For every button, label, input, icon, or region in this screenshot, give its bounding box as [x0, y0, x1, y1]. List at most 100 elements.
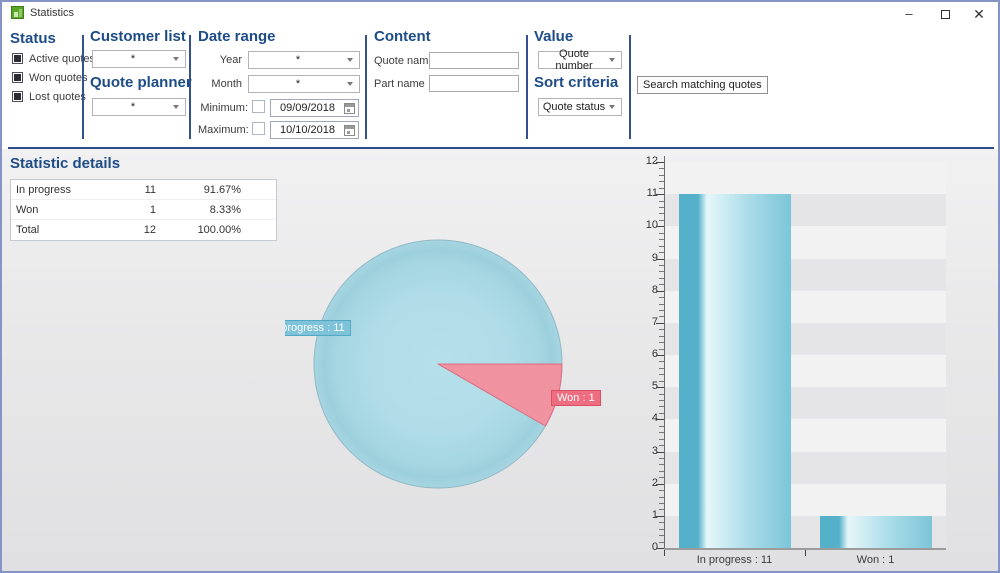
ylabel: 1 — [632, 509, 658, 521]
ylabel: 0 — [632, 541, 658, 553]
ylabel: 5 — [632, 380, 658, 392]
customer-list-combobox[interactable]: * — [92, 50, 186, 68]
year-label: Year — [198, 54, 242, 66]
row-count: 1 — [116, 204, 156, 216]
separator — [629, 35, 631, 139]
xtick — [664, 550, 665, 556]
date-range-heading: Date range — [198, 28, 276, 45]
statistic-details-heading: Statistic details — [10, 155, 120, 172]
maximum-checkbox[interactable] — [252, 122, 265, 135]
separator — [82, 35, 84, 139]
lost-quotes-checkbox[interactable] — [12, 91, 23, 102]
maximum-date-field[interactable]: 10/10/2018 — [270, 121, 359, 139]
title-bar: Statistics – ✕ — [2, 2, 998, 24]
quote-planner-combobox[interactable]: * — [92, 98, 186, 116]
part-name-label: Part name — [374, 78, 425, 90]
maximize-button[interactable] — [928, 2, 962, 26]
row-count: 11 — [116, 184, 156, 196]
row-label: Total — [11, 224, 116, 236]
status-heading: Status — [10, 30, 56, 47]
table-row: In progress 11 91.67% — [11, 180, 276, 200]
won-quotes-label: Won quotes — [29, 72, 88, 84]
close-button[interactable]: ✕ — [962, 2, 996, 26]
quote-name-input[interactable] — [429, 52, 519, 69]
ylabel: 11 — [632, 187, 658, 199]
table-row: Total 12 100.00% — [11, 220, 276, 240]
active-quotes-label: Active quotes — [29, 53, 95, 65]
active-quotes-checkbox[interactable] — [12, 53, 23, 64]
chevron-down-icon — [609, 105, 615, 109]
customer-list-value: * — [93, 53, 173, 65]
chevron-down-icon — [347, 58, 353, 62]
app-window: Statistics – ✕ Status Active quotes Won … — [0, 0, 1000, 573]
row-count: 12 — [116, 224, 156, 236]
bar — [679, 194, 791, 548]
row-percent: 100.00% — [156, 224, 241, 236]
won-quotes-checkbox[interactable] — [12, 72, 23, 83]
quote-planner-heading: Quote planner — [90, 74, 192, 91]
month-combobox[interactable]: * — [248, 75, 360, 93]
maximize-icon — [941, 10, 950, 19]
bar-category-label: Won : 1 — [805, 554, 946, 566]
filter-toolbar: Status Active quotes Won quotes Lost quo… — [2, 24, 998, 147]
xtick — [805, 550, 806, 556]
chevron-down-icon — [173, 105, 179, 109]
row-label: In progress — [11, 184, 116, 196]
separator — [526, 35, 528, 139]
part-name-input[interactable] — [429, 75, 519, 92]
search-matching-quotes-button[interactable]: Search matching quotes — [637, 76, 768, 94]
pie-label-won: Won : 1 — [551, 390, 601, 406]
value-selected: Quote number — [539, 48, 609, 72]
chevron-down-icon — [347, 82, 353, 86]
quote-name-label: Quote name — [374, 55, 435, 67]
minimum-checkbox[interactable] — [252, 100, 265, 113]
ylabel: 12 — [632, 155, 658, 167]
customer-list-heading: Customer list — [90, 28, 186, 45]
app-icon — [11, 6, 24, 19]
table-row: Won 1 8.33% — [11, 200, 276, 220]
maximum-date-value: 10/10/2018 — [271, 124, 344, 136]
minimum-date-value: 09/09/2018 — [271, 102, 344, 114]
chevron-down-icon — [609, 58, 615, 62]
minimize-button[interactable]: – — [892, 2, 926, 26]
chevron-down-icon — [173, 57, 179, 61]
pie-label-in-progress: In progress : 11 — [285, 320, 351, 336]
row-label: Won — [11, 204, 116, 216]
ylabel: 8 — [632, 284, 658, 296]
pie-chart: In progress : 11 Won : 1 — [285, 227, 625, 507]
lost-quotes-label: Lost quotes — [29, 91, 86, 103]
ylabel: 4 — [632, 412, 658, 424]
ylabel: 2 — [632, 477, 658, 489]
minimum-date-field[interactable]: 09/09/2018 — [270, 99, 359, 117]
statistics-panel: Statistic details In progress 11 91.67% … — [2, 149, 998, 571]
row-percent: 91.67% — [156, 184, 241, 196]
sort-criteria-combobox[interactable]: Quote status — [538, 98, 622, 116]
row-percent: 8.33% — [156, 204, 241, 216]
bar-category-label: In progress : 11 — [664, 554, 805, 566]
ylabel: 7 — [632, 316, 658, 328]
window-title: Statistics — [30, 7, 74, 19]
separator — [365, 35, 367, 139]
bar — [820, 516, 932, 548]
value-combobox[interactable]: Quote number — [538, 51, 622, 69]
content-heading: Content — [374, 28, 431, 45]
month-label: Month — [198, 78, 242, 90]
ylabel: 10 — [632, 219, 658, 231]
sort-criteria-selected: Quote status — [539, 101, 609, 113]
ylabel: 3 — [632, 445, 658, 457]
month-value: * — [249, 78, 347, 90]
ylabel: 9 — [632, 252, 658, 264]
value-heading: Value — [534, 28, 573, 45]
minimum-label: Minimum: — [198, 102, 248, 114]
calendar-icon[interactable] — [344, 125, 355, 136]
pie-chart-svg — [285, 227, 625, 507]
ylabel: 6 — [632, 348, 658, 360]
quote-planner-value: * — [93, 101, 173, 113]
bar-chart: In progress : 11 Won : 1 012345678910111… — [632, 150, 1000, 571]
separator — [189, 35, 191, 139]
maximum-label: Maximum: — [198, 124, 248, 136]
year-combobox[interactable]: * — [248, 51, 360, 69]
year-value: * — [249, 54, 347, 66]
calendar-icon[interactable] — [344, 103, 355, 114]
sort-criteria-heading: Sort criteria — [534, 74, 618, 91]
